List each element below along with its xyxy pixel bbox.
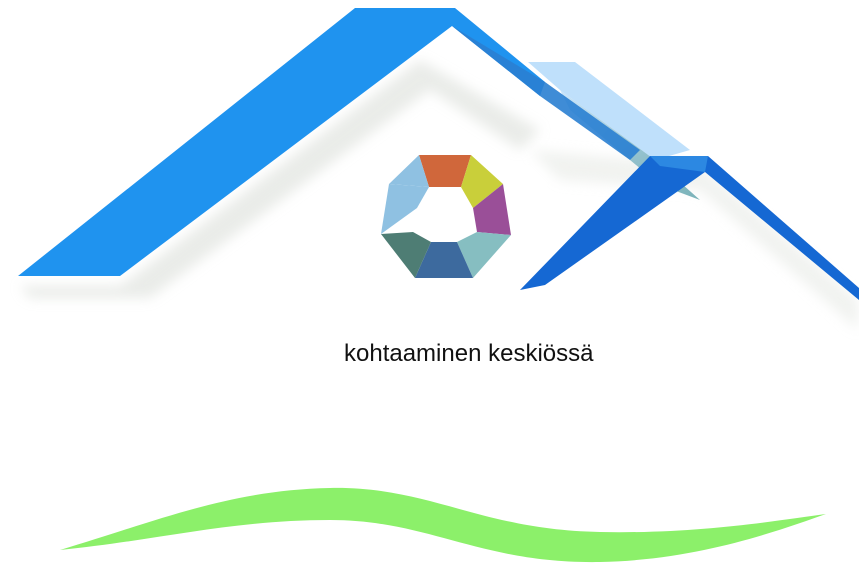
logo-scene <box>18 8 859 563</box>
heptagon-logo-icon <box>381 155 511 278</box>
tagline-text: kohtaaminen keskiössä <box>344 340 594 367</box>
logo-center <box>423 192 467 236</box>
green-wave-graphic <box>60 487 826 563</box>
logo-segment-lightblue <box>381 184 429 234</box>
